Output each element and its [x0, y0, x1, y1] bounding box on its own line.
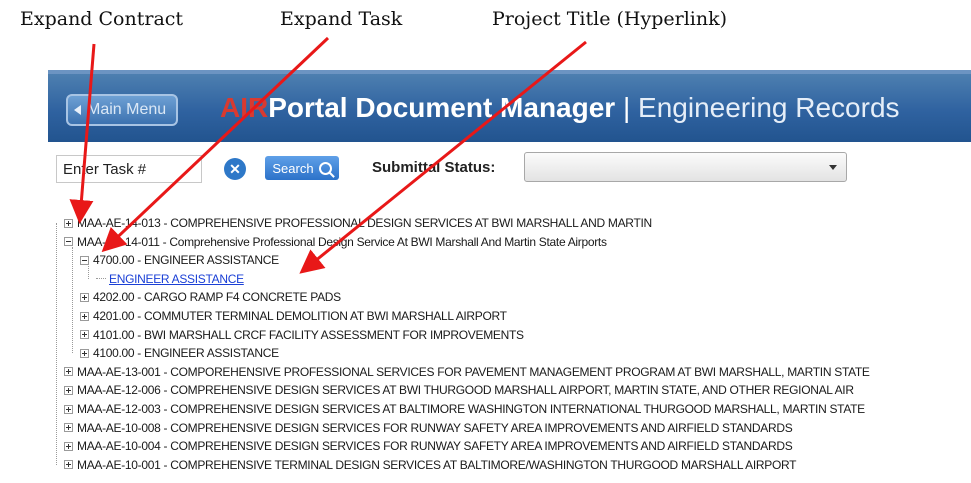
expand-icon[interactable]	[64, 441, 73, 451]
tree-node-label[interactable]: ENGINEER ASSISTANCE	[109, 272, 244, 286]
task-number-input[interactable]	[56, 155, 202, 183]
title-air: AIR	[220, 92, 269, 123]
expand-icon[interactable]	[64, 367, 73, 377]
contract-node[interactable]: MAA-AE-14-011 - Comprehensive Profession…	[64, 233, 607, 251]
tree-node-label: MAA-AE-14-011 - Comprehensive Profession…	[77, 234, 607, 249]
contract-node[interactable]: MAA-AE-10-008 - COMPREHENSIVE DESIGN SER…	[64, 419, 793, 437]
tree-node-label: 4100.00 - ENGINEER ASSISTANCE	[93, 346, 279, 361]
title-section: Engineering Records	[638, 92, 900, 123]
project-title-link[interactable]: ENGINEER ASSISTANCE	[96, 270, 244, 288]
tree-node-label: 4101.00 - BWI MARSHALL CRCF FACILITY ASS…	[93, 327, 524, 342]
callout-expand-task: Expand Task	[280, 8, 403, 30]
app-window: Main Menu AIRPortal Document Manager | E…	[48, 70, 971, 483]
search-button[interactable]: Search	[265, 156, 339, 180]
tree-connector	[96, 278, 106, 280]
search-label: Search	[272, 160, 314, 176]
task-node[interactable]: 4201.00 - COMMUTER TERMINAL DEMOLITION A…	[80, 307, 507, 325]
expand-icon[interactable]	[64, 385, 73, 395]
back-arrow-icon	[74, 105, 81, 115]
task-node[interactable]: 4202.00 - CARGO RAMP F4 CONCRETE PADS	[80, 288, 341, 306]
title-separator: |	[615, 92, 639, 123]
expand-icon[interactable]	[80, 292, 89, 302]
search-icon	[318, 161, 332, 175]
contract-node[interactable]: MAA-AE-14-013 - COMPREHENSIVE PROFESSION…	[64, 214, 652, 232]
contract-node[interactable]: MAA-AE-10-004 - COMPREHENSIVE DESIGN SER…	[64, 437, 793, 455]
tree-node-label: MAA-AE-10-001 - COMPREHENSIVE TERMINAL D…	[77, 457, 797, 472]
contract-node[interactable]: MAA-AE-13-001 - COMPOREHENSIVE PROFESSIO…	[64, 363, 870, 381]
collapse-icon[interactable]	[80, 255, 89, 265]
contract-node[interactable]: MAA-AE-12-006 - COMPREHENSIVE DESIGN SER…	[64, 381, 854, 399]
task-node[interactable]: 4700.00 - ENGINEER ASSISTANCE	[80, 251, 279, 269]
main-menu-button[interactable]: Main Menu	[66, 94, 179, 126]
tree-node-label: MAA-AE-14-013 - COMPREHENSIVE PROFESSION…	[77, 216, 652, 230]
contract-node[interactable]: MAA-AE-10-001 - COMPREHENSIVE TERMINAL D…	[64, 456, 796, 474]
tree-node-label: MAA-AE-10-004 - COMPREHENSIVE DESIGN SER…	[77, 439, 793, 454]
tree-node-label: 4201.00 - COMMUTER TERMINAL DEMOLITION A…	[93, 309, 507, 323]
submittal-status-select[interactable]	[524, 152, 847, 182]
title-portal: Portal Document Manager	[268, 92, 616, 123]
clear-icon[interactable]: ✕	[224, 158, 246, 180]
chevron-down-icon	[829, 165, 837, 170]
tree-node-label: MAA-AE-12-006 - COMPREHENSIVE DESIGN SER…	[77, 383, 854, 398]
tree-node-label: 4700.00 - ENGINEER ASSISTANCE	[93, 253, 279, 268]
contract-node[interactable]: MAA-AE-12-003 - COMPREHENSIVE DESIGN SER…	[64, 400, 865, 418]
task-node[interactable]: 4100.00 - ENGINEER ASSISTANCE	[80, 344, 279, 362]
collapse-icon[interactable]	[64, 237, 73, 247]
expand-icon[interactable]	[80, 311, 89, 321]
page-title: AIRPortal Document Manager | Engineering…	[220, 88, 900, 128]
tree-node-label: MAA-AE-12-003 - COMPREHENSIVE DESIGN SER…	[77, 402, 865, 416]
tree-guide-line	[72, 247, 73, 354]
expand-icon[interactable]	[80, 330, 89, 340]
tree-guide-line	[56, 223, 57, 465]
expand-icon[interactable]	[80, 348, 89, 358]
filter-toolbar: ✕ Search Submittal Status:	[48, 142, 971, 200]
main-menu-label: Main Menu	[87, 101, 167, 118]
expand-icon[interactable]	[64, 218, 73, 228]
tree-node-label: MAA-AE-13-001 - COMPOREHENSIVE PROFESSIO…	[77, 364, 870, 379]
callout-expand-contract: Expand Contract	[20, 8, 184, 30]
task-node[interactable]: 4101.00 - BWI MARSHALL CRCF FACILITY ASS…	[80, 326, 524, 344]
expand-icon[interactable]	[64, 423, 73, 433]
submittal-status-label: Submittal Status:	[372, 159, 496, 176]
expand-icon[interactable]	[64, 404, 73, 414]
header-banner: Main Menu AIRPortal Document Manager | E…	[48, 70, 971, 142]
tree-node-label: 4202.00 - CARGO RAMP F4 CONCRETE PADS	[93, 290, 341, 305]
callout-project-title: Project Title (Hyperlink)	[492, 8, 728, 30]
expand-icon[interactable]	[64, 460, 73, 470]
tree-node-label: MAA-AE-10-008 - COMPREHENSIVE DESIGN SER…	[77, 420, 793, 435]
